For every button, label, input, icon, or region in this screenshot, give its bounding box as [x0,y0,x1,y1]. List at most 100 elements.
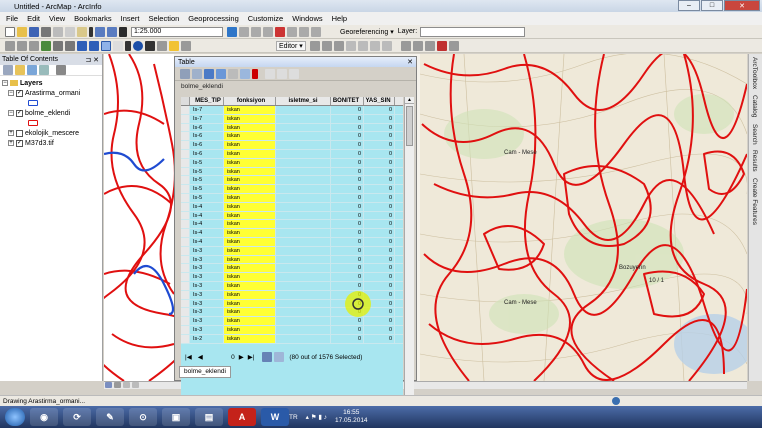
cell-bonitet[interactable]: 0 [331,273,364,281]
zoom-to-selected-icon[interactable] [240,68,250,79]
cell-fonksiyon[interactable]: iskan [224,132,276,141]
row-selector[interactable] [181,299,190,308]
table-row[interactable]: Is-6 iskan 0 0 [181,132,403,142]
redo-icon[interactable] [107,26,117,37]
cell-mes-tip[interactable]: Is-3 [190,290,224,299]
tab-catalog[interactable]: Catalog [751,95,758,117]
copy-icon[interactable] [65,26,75,37]
georef-layer-combo[interactable] [420,26,526,37]
cell-bonitet[interactable]: 0 [331,114,364,123]
undo-icon[interactable] [95,26,105,37]
cell-fonksiyon[interactable]: iskan [224,229,276,237]
visibility-checkbox[interactable]: ✓ [16,89,23,97]
cell-isletme-si[interactable] [276,264,331,273]
row-selector[interactable] [181,149,190,158]
next-record-icon[interactable]: ▶ [239,353,244,361]
show-selected-records-icon[interactable] [274,352,285,362]
georeferencing-menu[interactable]: Georeferencing ▾ [340,28,394,36]
table-row[interactable]: Is-3iskan 00 [181,246,403,256]
row-selector[interactable] [181,290,190,299]
select-features-icon[interactable] [101,40,111,51]
table-row[interactable]: Is-2 iskan 0 0 [181,334,403,344]
toc-layer-ekolojik[interactable]: + ekolojik_mescere [2,128,102,138]
cell-yas-sin[interactable]: 0 [364,255,395,264]
cell-isletme-si[interactable] [276,202,331,211]
fixed-zoom-in-icon[interactable] [53,40,63,51]
table-row[interactable]: Is-4 iskan 0 0 [181,229,403,238]
menu-selection[interactable]: Selection [148,14,179,23]
menu-help[interactable]: Help [332,14,347,23]
cell-bonitet[interactable]: 0 [331,123,364,132]
cell-bonitet[interactable]: 0 [331,264,364,273]
cell-bonitet[interactable]: 0 [331,246,364,255]
menu-customize[interactable]: Customize [248,14,283,23]
cell-bonitet[interactable]: 0 [331,176,364,185]
cell-bonitet[interactable]: 0 [331,106,364,114]
rotate-tool-icon[interactable] [357,40,368,51]
cell-bonitet[interactable]: 0 [331,211,364,220]
split-tool-icon[interactable] [345,40,356,51]
row-selector[interactable] [181,132,190,141]
find-icon[interactable] [145,40,155,51]
cell-yas-sin[interactable]: 0 [364,149,395,158]
table-row[interactable]: Is-4 iskan 0 0 [181,220,403,230]
cell-yas-sin[interactable]: 0 [364,264,395,273]
cell-fonksiyon[interactable]: iskan [224,114,276,123]
cell-yas-sin[interactable]: 0 [364,114,395,123]
cell-isletme-si[interactable] [276,220,331,229]
cell-bonitet[interactable]: 0 [331,149,364,158]
cell-isletme-si[interactable] [276,308,331,317]
row-selector[interactable] [181,211,190,220]
tray-icons[interactable]: ▴ ⚑ ▮ ♪ [306,413,327,421]
add-data-icon[interactable] [119,26,127,37]
cell-mes-tip[interactable]: Is-4 [190,229,224,237]
zoom-in-icon[interactable] [5,40,15,51]
cell-mes-tip[interactable]: Is-5 [190,193,224,202]
select-elements-icon[interactable] [125,40,131,51]
taskbar-arcmap[interactable]: ▣ [162,408,190,426]
data-view-icon[interactable] [105,382,112,388]
cell-fonksiyon[interactable]: iskan [224,193,276,202]
cell-mes-tip[interactable]: Is-4 [190,220,224,229]
cell-bonitet[interactable]: 0 [331,237,364,246]
table-close-button[interactable]: ✕ [407,58,413,66]
show-all-records-icon[interactable] [262,352,273,362]
collapse-icon[interactable]: − [8,110,14,116]
arctoolbox-icon[interactable] [275,26,285,37]
delete-icon[interactable] [89,26,93,37]
cell-isletme-si[interactable] [276,317,331,325]
cell-mes-tip[interactable]: Is-6 [190,141,224,149]
list-by-source-icon[interactable] [15,65,25,75]
cut-icon[interactable] [53,26,63,37]
cell-mes-tip[interactable]: Is-5 [190,167,224,176]
menu-geoprocessing[interactable]: Geoprocessing [188,14,238,23]
cell-fonksiyon[interactable]: iskan [224,141,276,149]
menu-insert[interactable]: Insert [121,14,140,23]
tab-search[interactable]: Search [751,124,758,145]
cell-isletme-si[interactable] [276,299,331,308]
cell-fonksiyon[interactable]: iskan [224,185,276,193]
row-selector[interactable] [181,114,190,123]
minimize-button[interactable]: – [678,0,700,11]
editor-toolbar-icon[interactable] [227,26,237,37]
toc-window-icon[interactable] [239,26,249,37]
toc-layer-arastirma[interactable]: − ✓ Arastirma_ormani [2,88,102,98]
cell-isletme-si[interactable] [276,255,331,264]
cell-isletme-si[interactable] [276,273,331,281]
cell-yas-sin[interactable]: 0 [364,141,395,149]
col-yas-sin[interactable]: YAS_SIN [364,97,395,105]
clock[interactable]: 16:55 17.05.2014 [335,409,368,425]
cell-fonksiyon[interactable]: iskan [224,167,276,176]
cell-fonksiyon[interactable]: iskan [224,281,276,290]
row-selector[interactable] [181,317,190,325]
cell-fonksiyon[interactable]: iskan [224,255,276,264]
taskbar-explorer[interactable]: ▤ [195,408,223,426]
close-button[interactable]: ✕ [724,0,760,11]
scale-combo[interactable]: 1:25.000 [131,26,223,37]
cell-fonksiyon[interactable]: iskan [224,176,276,185]
cell-isletme-si[interactable] [276,123,331,132]
scroll-thumb[interactable] [406,106,413,146]
cell-mes-tip[interactable]: Is-6 [190,132,224,141]
taskbar-app-4[interactable]: ⊙ [129,408,157,426]
toc-symbol-arastirma[interactable] [2,98,102,108]
